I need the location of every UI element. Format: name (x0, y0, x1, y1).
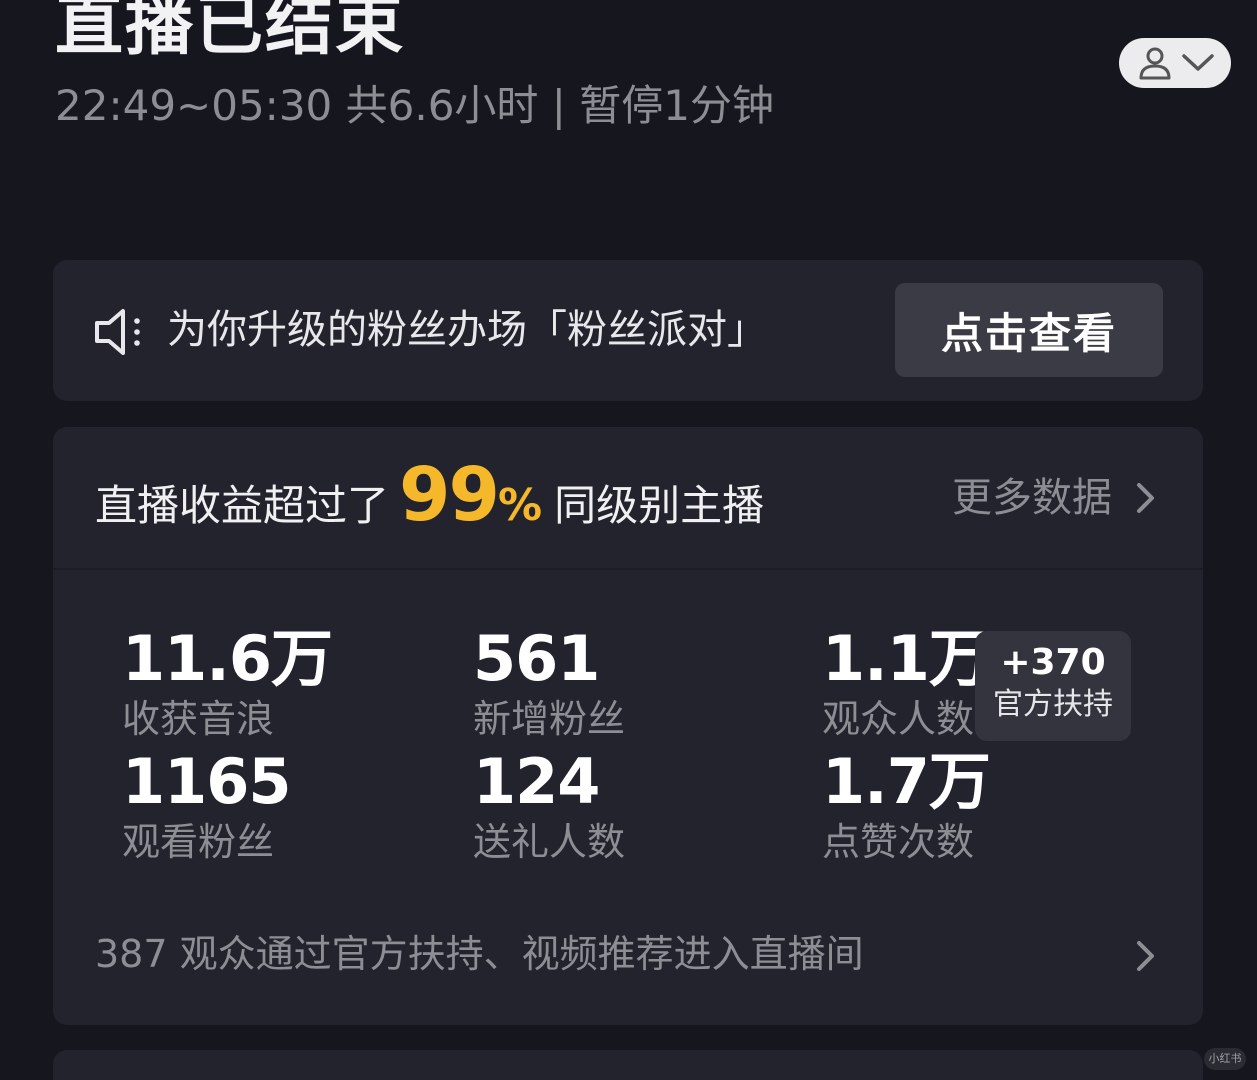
page-title: 直播已结束 (55, 0, 406, 65)
next-card (53, 1050, 1203, 1080)
rank-percent-value: 99 (399, 452, 500, 538)
stat-value: 1.7万 (822, 745, 991, 818)
stat-label: 点赞次数 (822, 820, 975, 864)
stat-label: 送礼人数 (473, 820, 626, 864)
stat-viewers: 1.1万 观众人数 (822, 622, 991, 744)
chevron-down-icon (1181, 52, 1215, 74)
rank-prefix: 直播收益超过了 (95, 481, 390, 530)
chevron-right-icon[interactable] (1134, 938, 1158, 978)
account-switcher-button[interactable] (1119, 38, 1231, 88)
stat-watching-fans: 1165 观看粉丝 (122, 745, 292, 867)
stat-gifters: 124 送礼人数 (473, 747, 625, 867)
banner-text: 为你升级的粉丝办场「粉丝派对」 (167, 307, 767, 353)
more-data-link[interactable]: 更多数据 (952, 470, 1112, 526)
boost-count: +370 (1000, 642, 1106, 683)
stat-value: 1165 (122, 745, 292, 818)
watermark: 小红书 (1204, 1048, 1246, 1070)
chevron-right-icon[interactable] (1134, 480, 1158, 520)
stat-value: 11.6万 (122, 622, 333, 695)
stat-new-followers: 561 新增粉丝 (473, 624, 625, 744)
divider (53, 568, 1203, 570)
speaker-icon (93, 307, 149, 361)
view-button[interactable]: 点击查看 (895, 283, 1163, 377)
live-ended-page: 直播已结束 22:49~05:30 共6.6小时 | 暂停1分钟 为你升级的粉丝… (0, 0, 1257, 1080)
stat-label: 新增粉丝 (473, 697, 626, 741)
stat-label: 观看粉丝 (122, 820, 275, 864)
earnings-rank-summary: 直播收益超过了 99 % 同级别主播 (95, 452, 764, 542)
traffic-source-link[interactable]: 387 观众通过官方扶持、视频推荐进入直播间 (95, 926, 864, 982)
stat-label: 收获音浪 (122, 697, 275, 741)
boost-label: 官方扶持 (993, 687, 1113, 722)
stat-value: 124 (473, 745, 600, 818)
user-icon (1135, 43, 1175, 83)
stat-label: 观众人数 (822, 697, 975, 741)
stat-value: 1.1万 (822, 622, 991, 695)
live-duration-info: 22:49~05:30 共6.6小时 | 暂停1分钟 (55, 81, 774, 130)
stat-income: 11.6万 收获音浪 (122, 622, 333, 744)
stat-likes: 1.7万 点赞次数 (822, 745, 991, 867)
rank-suffix: 同级别主播 (554, 481, 765, 530)
official-boost-badge: +370 官方扶持 (975, 631, 1131, 741)
stat-value: 561 (473, 622, 600, 695)
rank-percent-sign: % (498, 480, 543, 531)
